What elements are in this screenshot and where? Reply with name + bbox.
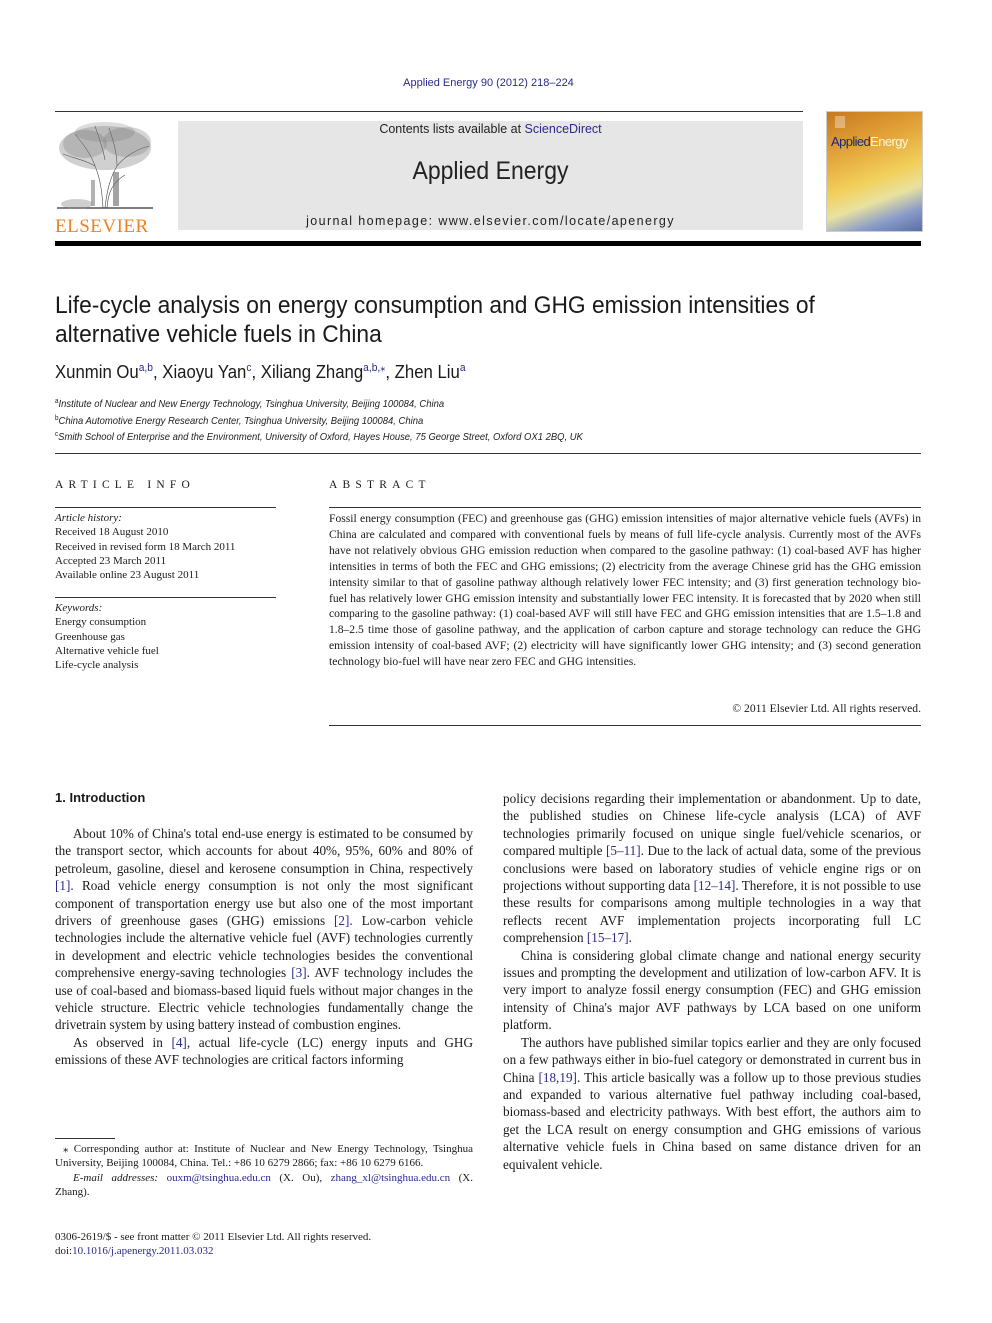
affiliation-text: Institute of Nuclear and New Energy Tech… [58,398,445,410]
paragraph-text: As observed in [73,1034,172,1050]
affiliations: aInstitute of Nuclear and New Energy Tec… [55,395,583,445]
body-column-right: policy decisions regarding their impleme… [503,790,921,1173]
article-history: Article history: Received 18 August 2010… [55,511,235,582]
contents-line: Contents lists available at ScienceDirec… [178,122,803,136]
header-top-rule [55,111,803,112]
affiliations-rule [55,453,921,454]
citation-link[interactable]: [5–11] [606,843,641,858]
keywords-rule [55,597,276,598]
author-name: Xiliang Zhang [260,362,364,382]
author-separator: , [251,362,261,382]
body-paragraph: The authors have published similar topic… [503,1034,921,1173]
body-paragraph: China is considering global climate chan… [503,947,921,1034]
affiliation-text: Smith School of Enterprise and the Envir… [58,431,583,444]
email-owner: (X. Ou), [270,1171,331,1184]
citation-link[interactable]: [2] [334,913,349,928]
citation-link[interactable]: [3] [291,965,306,980]
paragraph-text: . [628,930,632,946]
cover-title-applied: Applied [831,134,871,149]
abstract-top-rule [329,507,921,508]
history-item: Received 18 August 2010 [55,526,169,539]
keywords: Keywords: Energy consumption Greenhouse … [55,601,159,672]
paragraph-text: About 10% of China's total end-use energ… [55,826,473,876]
abstract-heading: ABSTRACT [329,479,431,491]
journal-header-band: Contents lists available at ScienceDirec… [178,121,803,230]
introduction-heading: 1. Introduction [55,790,146,805]
abstract-copyright: © 2011 Elsevier Ltd. All rights reserved… [732,702,921,715]
elsevier-tree-icon [57,122,153,209]
body-paragraph: policy decisions regarding their impleme… [503,790,921,947]
affiliation-item: cSmith School of Enterprise and the Envi… [55,428,583,445]
keyword-item: Greenhouse gas [55,630,125,643]
author-list: Xunmin Oua,b, Xiaoyu Yanc, Xiliang Zhang… [55,361,466,383]
footnote-rule [55,1138,115,1139]
affiliation-text: China Automotive Energy Research Center,… [58,414,424,427]
journal-homepage-link[interactable]: journal homepage: www.elsevier.com/locat… [178,214,803,228]
front-matter: 0306-2619/$ - see front matter © 2011 El… [55,1230,495,1259]
history-item: Received in revised form 18 March 2011 [55,540,236,553]
citation-link[interactable]: [1] [55,878,70,893]
citation-link[interactable]: [18,19] [538,1070,576,1085]
email-note: E-mail addresses: ouxm@tsinghua.edu.cn (… [55,1171,473,1200]
email-link[interactable]: zhang_xl@tsinghua.edu.cn [331,1172,451,1184]
elsevier-logo[interactable]: ELSEVIER [55,120,155,237]
header-thick-rule [55,241,921,246]
email-link[interactable]: ouxm@tsinghua.edu.cn [167,1172,271,1184]
body-column-left: About 10% of China's total end-use energ… [55,825,473,1069]
journal-reference-link[interactable]: Applied Energy 90 (2012) 218–224 [0,77,977,89]
body-paragraph: About 10% of China's total end-use energ… [55,825,473,1034]
keywords-label: Keywords: [55,602,103,614]
article-info-rule [55,507,276,508]
history-item: Available online 23 August 2011 [55,569,200,582]
email-label: E-mail addresses: [73,1171,159,1184]
author-name: Zhen Liu [394,362,460,382]
corresponding-author-note: ⁎ Corresponding author at: Institute of … [55,1143,473,1170]
article-title: Life-cycle analysis on energy consumptio… [55,292,815,348]
citation-link[interactable]: [15–17] [587,930,629,945]
sciencedirect-link[interactable]: ScienceDirect [525,122,602,136]
author-separator: , [385,362,395,382]
article-history-label: Article history: [55,512,122,524]
author-name: Xunmin Ou [55,362,139,382]
issn-line: 0306-2619/$ - see front matter © 2011 El… [55,1231,372,1243]
citation-link[interactable]: [4] [171,1035,186,1050]
history-item: Accepted 23 March 2011 [55,554,167,567]
abstract-bottom-rule [329,725,921,726]
doi-link[interactable]: 10.1016/j.apenergy.2011.03.032 [72,1245,213,1257]
paragraph-text: China is considering global climate chan… [503,947,921,1033]
abstract-text: Fossil energy consumption (FEC) and gree… [329,512,921,669]
affiliation-item: aInstitute of Nuclear and New Energy Tec… [55,395,583,412]
author-affiliation-link[interactable]: a [460,362,466,374]
affiliation-item: bChina Automotive Energy Research Center… [55,412,583,429]
cover-title: AppliedEnergy [831,134,908,149]
cover-elsevier-icon [835,116,845,128]
footnotes: ⁎ Corresponding author at: Institute of … [55,1142,473,1200]
journal-name: Applied Energy [412,157,569,185]
keyword-item: Energy consumption [55,616,147,629]
author-name: Xiaoyu Yan [162,362,247,382]
article-info-heading: ARTICLE INFO [55,479,195,491]
citation-link[interactable]: [12–14] [694,878,736,893]
keyword-item: Life-cycle analysis [55,659,139,672]
doi-prefix: doi: [55,1245,73,1258]
cover-title-energy: Energy [870,134,908,149]
body-paragraph: As observed in [4], actual life-cycle (L… [55,1034,473,1069]
author-affiliation-link[interactable]: a,b [139,362,153,374]
keyword-item: Alternative vehicle fuel [55,644,159,657]
author-affiliation-link[interactable]: a,b,⁎ [363,362,385,374]
doi-line: doi:10.1016/j.apenergy.2011.03.032 [55,1244,495,1258]
author-separator: , [152,362,163,382]
journal-cover-image[interactable]: AppliedEnergy [826,111,923,232]
elsevier-wordmark: ELSEVIER [55,216,149,237]
contents-prefix: Contents lists available at [379,122,525,136]
